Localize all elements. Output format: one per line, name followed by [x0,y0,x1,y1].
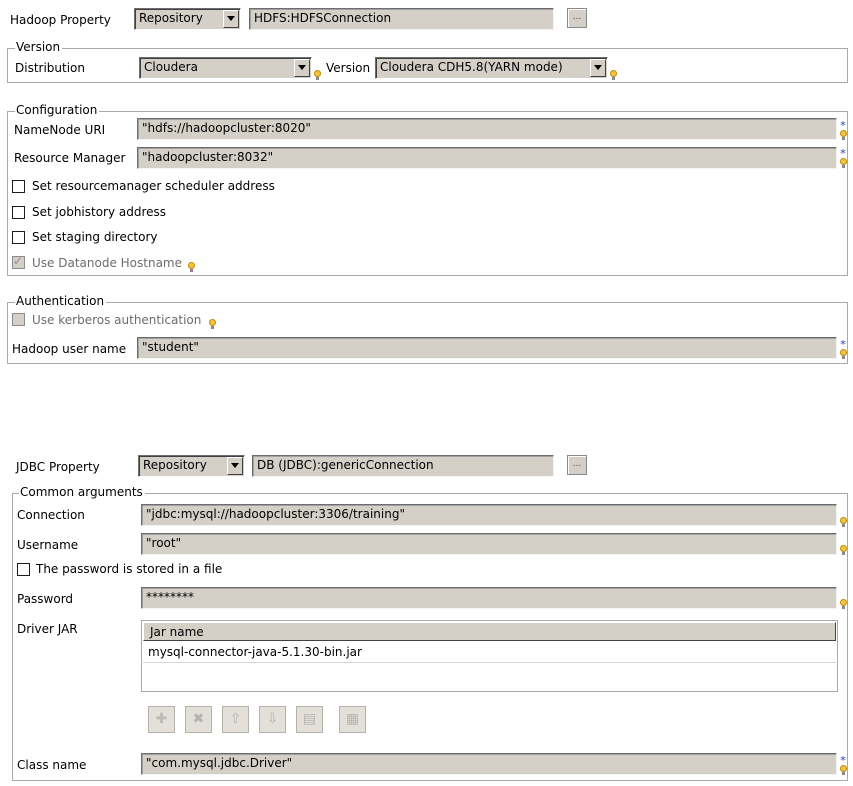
table-row[interactable]: mysql-connector-java-5.1.30-bin.jar [143,642,836,663]
password-file-checkbox[interactable] [17,563,30,576]
version-select[interactable]: Cloudera CDH5.8(YARN mode) [375,57,608,79]
hadoop-repository-field[interactable]: HDFS:HDFSConnection [249,8,554,30]
hadoop-property-value: Repository [139,11,203,25]
hint-bulb-icon [840,517,847,527]
jobhistory-label: Set jobhistory address [32,205,167,219]
password-file-label: The password is stored in a file [36,562,223,576]
required-star: * [840,338,846,351]
version-value: Cloudera CDH5.8(YARN mode) [380,60,563,74]
jar-name-header[interactable]: Jar name [143,622,836,641]
hint-bulb-icon [209,319,216,329]
required-star: * [840,147,846,160]
datanode-hostname-label: Use Datanode Hostname [32,256,182,270]
hint-bulb-icon [840,349,847,359]
hint-bulb-icon [840,130,847,140]
rm-scheduler-checkbox[interactable] [12,180,25,193]
staging-label: Set staging directory [32,230,158,244]
resource-manager-field[interactable]: "hadoopcluster:8032" [137,147,837,169]
chevron-down-icon [294,59,310,77]
required-star: * [840,119,846,132]
hint-bulb-icon [188,262,195,272]
namenode-label: NameNode URI [14,123,106,137]
add-icon[interactable]: ✚ [148,706,175,733]
paste-icon[interactable]: ▦ [339,706,366,733]
hint-bulb-icon [840,765,847,775]
remove-icon[interactable]: ✖ [185,706,212,733]
resource-manager-label: Resource Manager [14,151,126,165]
chevron-down-icon [223,10,239,28]
version-legend: Version [15,40,63,54]
jobhistory-checkbox[interactable] [12,206,25,219]
configuration-legend: Configuration [15,103,100,117]
move-up-icon[interactable]: ⇧ [222,706,249,733]
chevron-down-icon [227,457,243,475]
jdbc-property-select[interactable]: Repository [138,455,245,477]
staging-checkbox[interactable] [12,231,25,244]
class-name-label: Class name [17,758,87,772]
driver-jar-label: Driver JAR [17,622,78,636]
common-arguments-legend: Common arguments [19,485,145,499]
copy-icon[interactable]: ▤ [296,706,323,733]
datanode-hostname-checkbox[interactable] [12,254,25,269]
hint-bulb-icon [314,70,321,80]
distribution-value: Cloudera [144,60,198,74]
namenode-field[interactable]: "hdfs://hadoopcluster:8020" [137,118,837,140]
jdbc-repository-field[interactable]: DB (JDBC):genericConnection [252,455,554,477]
connection-field[interactable]: "jdbc:mysql://hadoopcluster:3306/trainin… [141,504,837,526]
password-field[interactable]: ******** [141,587,837,609]
hadoop-property-label: Hadoop Property [10,13,111,27]
move-down-icon[interactable]: ⇩ [259,706,286,733]
jdbc-property-label: JDBC Property [16,460,100,474]
hadoop-user-field[interactable]: "student" [137,337,837,359]
version-label: Version [326,61,371,75]
hint-bulb-icon [610,70,617,80]
distribution-label: Distribution [15,61,86,75]
username-label: Username [17,538,79,552]
hint-bulb-icon [840,545,847,555]
chevron-down-icon [590,59,606,77]
table-row-empty[interactable] [143,664,836,685]
distribution-select[interactable]: Cloudera [139,57,312,79]
hadoop-user-label: Hadoop user name [12,342,127,356]
required-star: * [840,754,846,767]
password-label: Password [17,592,74,606]
hint-bulb-icon [840,158,847,168]
jdbc-browse-button[interactable]: ... [567,455,587,475]
driver-jar-table[interactable]: Jar name mysql-connector-java-5.1.30-bin… [141,620,838,692]
hadoop-browse-button[interactable]: ... [567,8,587,28]
class-name-field[interactable]: "com.mysql.jdbc.Driver" [141,753,837,775]
username-field[interactable]: "root" [141,533,837,555]
kerberos-label: Use kerberos authentication [32,313,202,327]
rm-scheduler-label: Set resourcemanager scheduler address [32,179,275,193]
jdbc-property-value: Repository [143,458,207,472]
authentication-legend: Authentication [15,294,107,308]
hadoop-property-select[interactable]: Repository [134,8,241,30]
hint-bulb-icon [840,599,847,609]
connection-label: Connection [17,508,85,522]
kerberos-checkbox[interactable] [12,313,25,326]
